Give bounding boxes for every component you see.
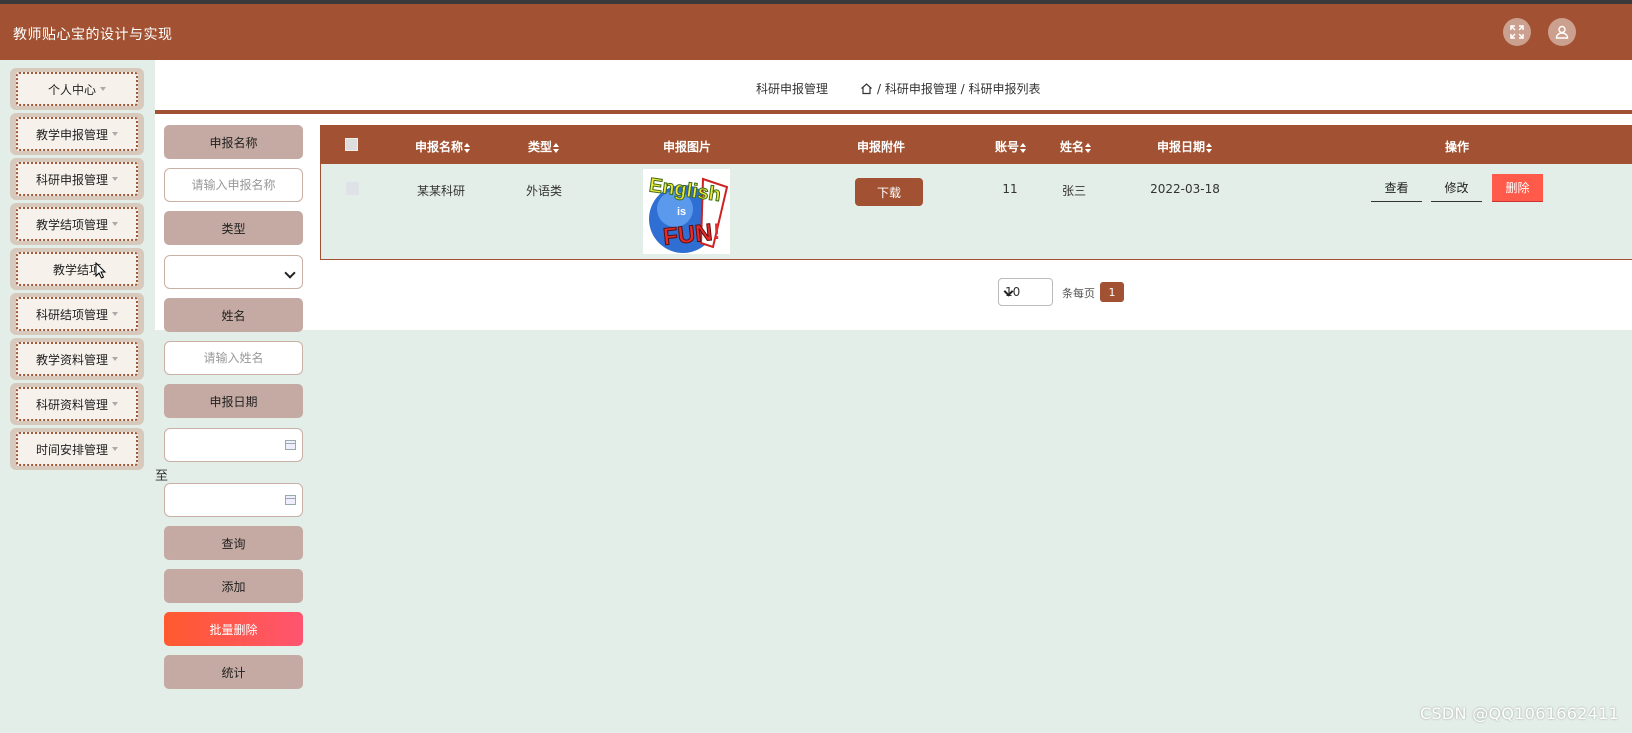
cell-type: 外语类 [525, 184, 563, 198]
data-table: 申报名称 类型 申报图片 申报附件 账号 姓名 申报日期 操作 某某科研 外语类… [320, 125, 1632, 260]
sort-icon[interactable] [1020, 142, 1027, 153]
name-label: 申报名称 [164, 125, 303, 159]
cell-account: 11 [1002, 182, 1018, 196]
batch-delete-button[interactable]: 批量删除 [164, 612, 303, 646]
breadcrumb-bar: 科研申报管理 / 科研申报管理 / 科研申报列表 [155, 60, 1632, 110]
cell-name: 某某科研 [416, 184, 466, 198]
user-button[interactable] [1548, 18, 1576, 46]
chevron-down-icon [112, 357, 118, 361]
sidebar-item-teaching-closure[interactable]: 教学结项管理 [10, 203, 144, 245]
column-header-date[interactable]: 申报日期 [1157, 138, 1213, 155]
row-checkbox[interactable] [346, 182, 359, 195]
column-header-name[interactable]: 申报名称 [415, 138, 471, 155]
column-header-label: 账号 [994, 140, 1020, 154]
sidebar-item-label: 科研申报管理 [35, 172, 108, 187]
breadcrumb: / 科研申报管理 / 科研申报列表 [860, 80, 1041, 97]
breadcrumb-path[interactable]: / 科研申报管理 / 科研申报列表 [877, 80, 1041, 97]
person-input[interactable] [164, 341, 303, 375]
sidebar-item-research-application[interactable]: 科研申报管理 [10, 158, 144, 200]
column-header-attachment: 申报附件 [856, 140, 906, 154]
application-image: English is FUN ! [643, 169, 730, 254]
chevron-down-icon [112, 447, 118, 451]
mouse-cursor-icon [95, 262, 107, 279]
per-page-label: 条每页 [1062, 287, 1095, 300]
sidebar-item-label: 教学结项 [52, 262, 101, 277]
column-header-type[interactable]: 类型 [528, 138, 560, 155]
add-button[interactable]: 添加 [164, 569, 303, 603]
column-header-account[interactable]: 账号 [995, 138, 1027, 155]
select-all-checkbox[interactable] [345, 138, 358, 151]
chevron-down-icon [112, 177, 118, 181]
column-header-person[interactable]: 姓名 [1060, 138, 1092, 155]
date-range-separator: 至 [155, 469, 169, 484]
view-button[interactable]: 查看 [1371, 174, 1422, 202]
svg-text:is: is [677, 206, 686, 218]
sort-icon[interactable] [1206, 142, 1213, 153]
sidebar-item-teaching-closure-single[interactable]: 教学结项 [10, 248, 144, 290]
sort-icon[interactable] [464, 142, 471, 153]
sidebar-item-teaching-materials[interactable]: 教学资料管理 [10, 338, 144, 380]
cell-person: 张三 [1061, 184, 1087, 198]
sidebar: 个人中心 教学申报管理 科研申报管理 教学结项管理 教学结项 科研结项管理 教学… [0, 60, 155, 733]
chevron-down-icon [112, 132, 118, 136]
sidebar-item-research-materials[interactable]: 科研资料管理 [10, 383, 144, 425]
chevron-down-icon [100, 87, 106, 91]
person-label: 姓名 [164, 298, 303, 332]
sidebar-item-label: 时间安排管理 [35, 442, 108, 457]
chevron-down-icon [112, 312, 118, 316]
type-select[interactable] [164, 255, 303, 289]
chevron-down-icon [284, 267, 296, 279]
content-background [155, 330, 1632, 733]
table-header: 申报名称 类型 申报图片 申报附件 账号 姓名 申报日期 操作 [321, 126, 1632, 164]
date-end-input[interactable] [164, 483, 303, 517]
name-input[interactable] [164, 168, 303, 202]
column-header-label: 类型 [527, 140, 553, 154]
svg-text:!: ! [713, 219, 720, 244]
sidebar-item-label: 教学申报管理 [35, 127, 108, 142]
chevron-down-icon [112, 402, 118, 406]
stats-button[interactable]: 统计 [164, 655, 303, 689]
svg-text:FUN: FUN [662, 219, 714, 251]
type-label: 类型 [164, 211, 303, 245]
chevron-down-icon [112, 222, 118, 226]
column-header-label: 姓名 [1059, 140, 1085, 154]
home-icon[interactable] [860, 82, 873, 95]
page-size-select[interactable]: 10 [998, 278, 1053, 306]
sidebar-item-label: 个人中心 [47, 82, 96, 97]
sidebar-item-label: 教学结项管理 [35, 217, 108, 232]
app-header: 教师贴心宝的设计与实现 [0, 4, 1632, 60]
sidebar-item-label: 科研结项管理 [35, 307, 108, 322]
column-header-image: 申报图片 [662, 140, 712, 154]
divider [155, 110, 1632, 114]
sort-icon[interactable] [1085, 142, 1092, 153]
sidebar-item-label: 科研资料管理 [35, 397, 108, 412]
sidebar-item-research-closure[interactable]: 科研结项管理 [10, 293, 144, 335]
query-button[interactable]: 查询 [164, 526, 303, 560]
app-title: 教师贴心宝的设计与实现 [13, 27, 173, 43]
calendar-icon[interactable] [285, 440, 296, 450]
column-header-label: 申报日期 [1156, 140, 1206, 154]
download-button[interactable]: 下载 [855, 178, 923, 206]
column-header-actions: 操作 [1444, 140, 1470, 154]
user-icon [1555, 25, 1569, 39]
sidebar-item-label: 教学资料管理 [35, 352, 108, 367]
watermark: CSDN @QQ1061662411 [1420, 704, 1620, 723]
sidebar-item-personal-center[interactable]: 个人中心 [10, 68, 144, 110]
sort-icon[interactable] [553, 142, 560, 153]
page-title: 科研申报管理 [756, 82, 829, 96]
date-label: 申报日期 [164, 384, 303, 418]
edit-button[interactable]: 修改 [1431, 174, 1482, 202]
cell-date: 2022-03-18 [1150, 182, 1220, 196]
expand-icon [1510, 25, 1524, 39]
column-header-label: 申报名称 [414, 140, 464, 154]
sidebar-item-schedule[interactable]: 时间安排管理 [10, 428, 144, 470]
page-number-button[interactable]: 1 [1100, 282, 1124, 302]
date-start-input[interactable] [164, 428, 303, 462]
sidebar-item-teaching-application[interactable]: 教学申报管理 [10, 113, 144, 155]
fullscreen-button[interactable] [1503, 18, 1531, 46]
delete-button[interactable]: 删除 [1492, 174, 1543, 202]
calendar-icon[interactable] [285, 495, 296, 505]
english-is-fun-image: English is FUN ! [643, 169, 730, 254]
